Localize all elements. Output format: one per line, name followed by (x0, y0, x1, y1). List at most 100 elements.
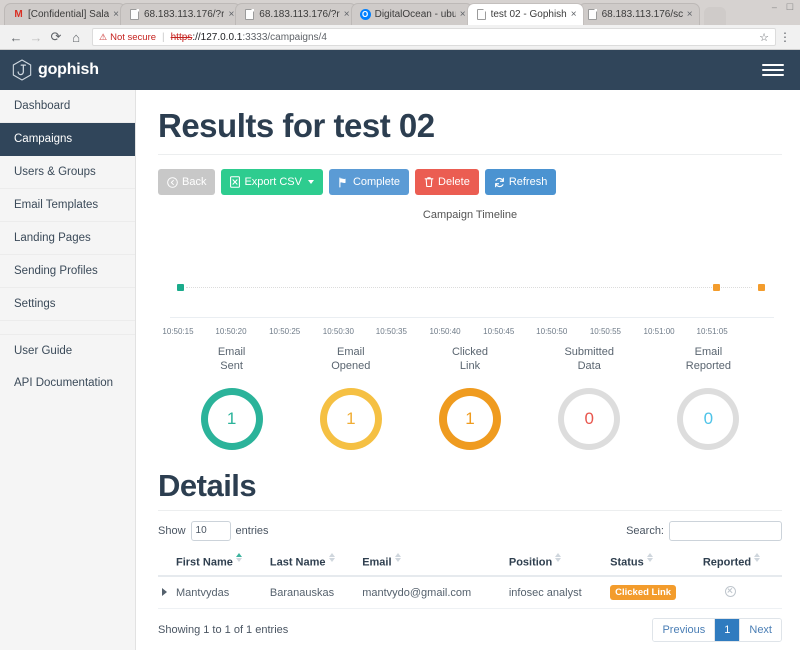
home-icon[interactable]: ⌂ (66, 27, 86, 47)
table-row[interactable]: Mantvydas Baranauskas mantvydo@gmail.com… (158, 576, 782, 609)
cell-reported (698, 576, 782, 609)
browser-tab-1[interactable]: 68.183.113.176/?r × (120, 3, 242, 25)
timeline-point-clicked-link[interactable] (758, 284, 766, 292)
col-status[interactable]: Status (606, 548, 699, 578)
trash-icon (424, 176, 434, 188)
pagination-next[interactable]: Next (740, 618, 781, 641)
sidebar-item-landing-pages[interactable]: Landing Pages (0, 222, 135, 255)
circle-x-icon[interactable] (724, 585, 736, 597)
timeline-point-email-opened[interactable] (713, 284, 721, 292)
sort-icon (754, 552, 761, 563)
url-host: 127.0.0.1 (200, 31, 243, 43)
timeline-tick: 10:50:20 (215, 327, 247, 337)
browser-tab-2[interactable]: 68.183.113.176/?r × (235, 3, 357, 25)
minimize-icon[interactable]: – (772, 2, 777, 12)
reload-icon[interactable]: ⟳ (46, 27, 66, 47)
results-table: First Name Last Name Email Position Stat… (158, 548, 782, 609)
brand[interactable]: gophish (12, 59, 99, 81)
hamburger-icon[interactable] (762, 64, 784, 76)
timeline-track (186, 287, 752, 289)
table-footer: Showing 1 to 1 of 1 entries Previous 1 N… (158, 617, 782, 642)
col-email-label: Email (362, 556, 392, 569)
donut-ring[interactable]: 1 (200, 387, 263, 450)
browser-tab-5[interactable]: 68.183.113.176/sc × (577, 3, 700, 25)
close-icon[interactable]: × (571, 9, 577, 20)
donut-email-sent: Email Sent 1 (172, 346, 291, 450)
address-bar[interactable]: ⚠ Not secure | https :// 127.0.0.1 :3333… (92, 28, 776, 46)
browser-tab-3[interactable]: O DigitalOcean - ubun × (350, 3, 473, 25)
back-button-label: Back (182, 176, 207, 189)
donut-ring[interactable]: 1 (319, 387, 382, 450)
security-status[interactable]: ⚠ Not secure (99, 32, 156, 43)
new-tab-button[interactable] (703, 7, 726, 25)
donut-ring[interactable]: 1 (439, 387, 501, 450)
url-separator: :// (192, 31, 201, 43)
sidebar: Dashboard Campaigns Users & Groups Email… (0, 90, 136, 650)
show-entries-control: Show entries (158, 520, 269, 541)
search-input[interactable] (669, 520, 782, 541)
pagination-page-1[interactable]: 1 (715, 618, 741, 641)
col-first-name[interactable]: First Name (172, 548, 266, 578)
details-title: Details (158, 467, 257, 503)
sidebar-item-api-documentation[interactable]: API Documentation (0, 367, 135, 399)
details-divider (158, 509, 782, 511)
donut-ring[interactable]: 0 (558, 387, 621, 450)
entries-label: entries (235, 524, 269, 537)
campaign-timeline-chart[interactable]: 10:50:15 10:50:20 10:50:25 10:50:30 10:5… (158, 235, 782, 340)
table-head: First Name Last Name Email Position Stat… (158, 548, 782, 578)
complete-button[interactable]: Complete (328, 169, 410, 196)
back-icon[interactable]: ← (6, 27, 26, 47)
close-icon[interactable]: × (687, 9, 693, 20)
donut-email-reported: Email Reported 0 (649, 346, 768, 450)
export-csv-button[interactable]: Export CSV (221, 169, 323, 196)
sidebar-item-campaigns[interactable]: Campaigns (0, 123, 135, 156)
search-label: Search: (626, 524, 664, 537)
pagination-previous[interactable]: Previous (653, 618, 716, 641)
col-reported-label: Reported (702, 556, 752, 569)
bookmark-star-icon[interactable]: ☆ (759, 31, 769, 44)
col-status-label: Status (610, 556, 644, 569)
sidebar-item-sending-profiles[interactable]: Sending Profiles (0, 255, 135, 288)
warning-icon: ⚠ (99, 31, 108, 42)
main-content: Results for test 02 Back Export CSV Comp… (136, 90, 800, 650)
window-controls: – ☐ (772, 0, 798, 14)
back-button[interactable]: Back (158, 169, 216, 196)
close-icon[interactable]: × (113, 9, 119, 20)
donut-value: 1 (346, 408, 356, 428)
table-controls: Show entries Search: (158, 520, 782, 541)
close-icon[interactable]: × (228, 9, 234, 20)
sidebar-item-settings[interactable]: Settings (0, 288, 135, 321)
donut-ring[interactable]: 0 (677, 387, 740, 450)
timeline-point-email-sent[interactable] (176, 284, 184, 292)
col-last-name[interactable]: Last Name (265, 548, 359, 578)
delete-button[interactable]: Delete (415, 169, 479, 196)
browser-tab-strip: M [Confidential] Salary × 68.183.113.176… (0, 0, 800, 25)
refresh-button[interactable]: Refresh (484, 169, 557, 196)
entries-per-page-input[interactable] (190, 520, 231, 541)
timeline-tick: 10:50:25 (269, 327, 301, 337)
col-reported[interactable]: Reported (698, 548, 782, 578)
forward-icon[interactable]: → (26, 27, 46, 47)
row-expand-toggle[interactable] (158, 576, 172, 609)
close-icon[interactable]: × (460, 9, 466, 20)
browser-tab-4-active[interactable]: test 02 - Gophish × (466, 3, 584, 25)
donut-value: 1 (465, 408, 475, 428)
gmail-icon: M (14, 8, 23, 20)
status-badge: Clicked Link (610, 585, 677, 600)
donut-submitted-data: Submitted Data 0 (530, 346, 649, 450)
maximize-icon[interactable]: ☐ (786, 2, 794, 13)
sidebar-item-users-groups[interactable]: Users & Groups (0, 156, 135, 189)
tab-title: 68.183.113.176/sc (601, 9, 683, 20)
col-email[interactable]: Email (358, 548, 505, 578)
col-position[interactable]: Position (504, 548, 607, 578)
close-icon[interactable]: × (344, 9, 350, 20)
browser-tab-0[interactable]: M [Confidential] Salary × (4, 3, 126, 25)
sidebar-item-user-guide[interactable]: User Guide (0, 335, 135, 367)
browser-window: M [Confidential] Salary × 68.183.113.176… (0, 0, 800, 650)
sort-icon (646, 552, 654, 563)
sidebar-item-email-templates[interactable]: Email Templates (0, 189, 135, 222)
search-control: Search: (626, 520, 782, 541)
donut-value: 0 (584, 408, 594, 428)
browser-menu-icon[interactable]: ⋮ (776, 31, 794, 43)
sidebar-item-dashboard[interactable]: Dashboard (0, 90, 135, 123)
